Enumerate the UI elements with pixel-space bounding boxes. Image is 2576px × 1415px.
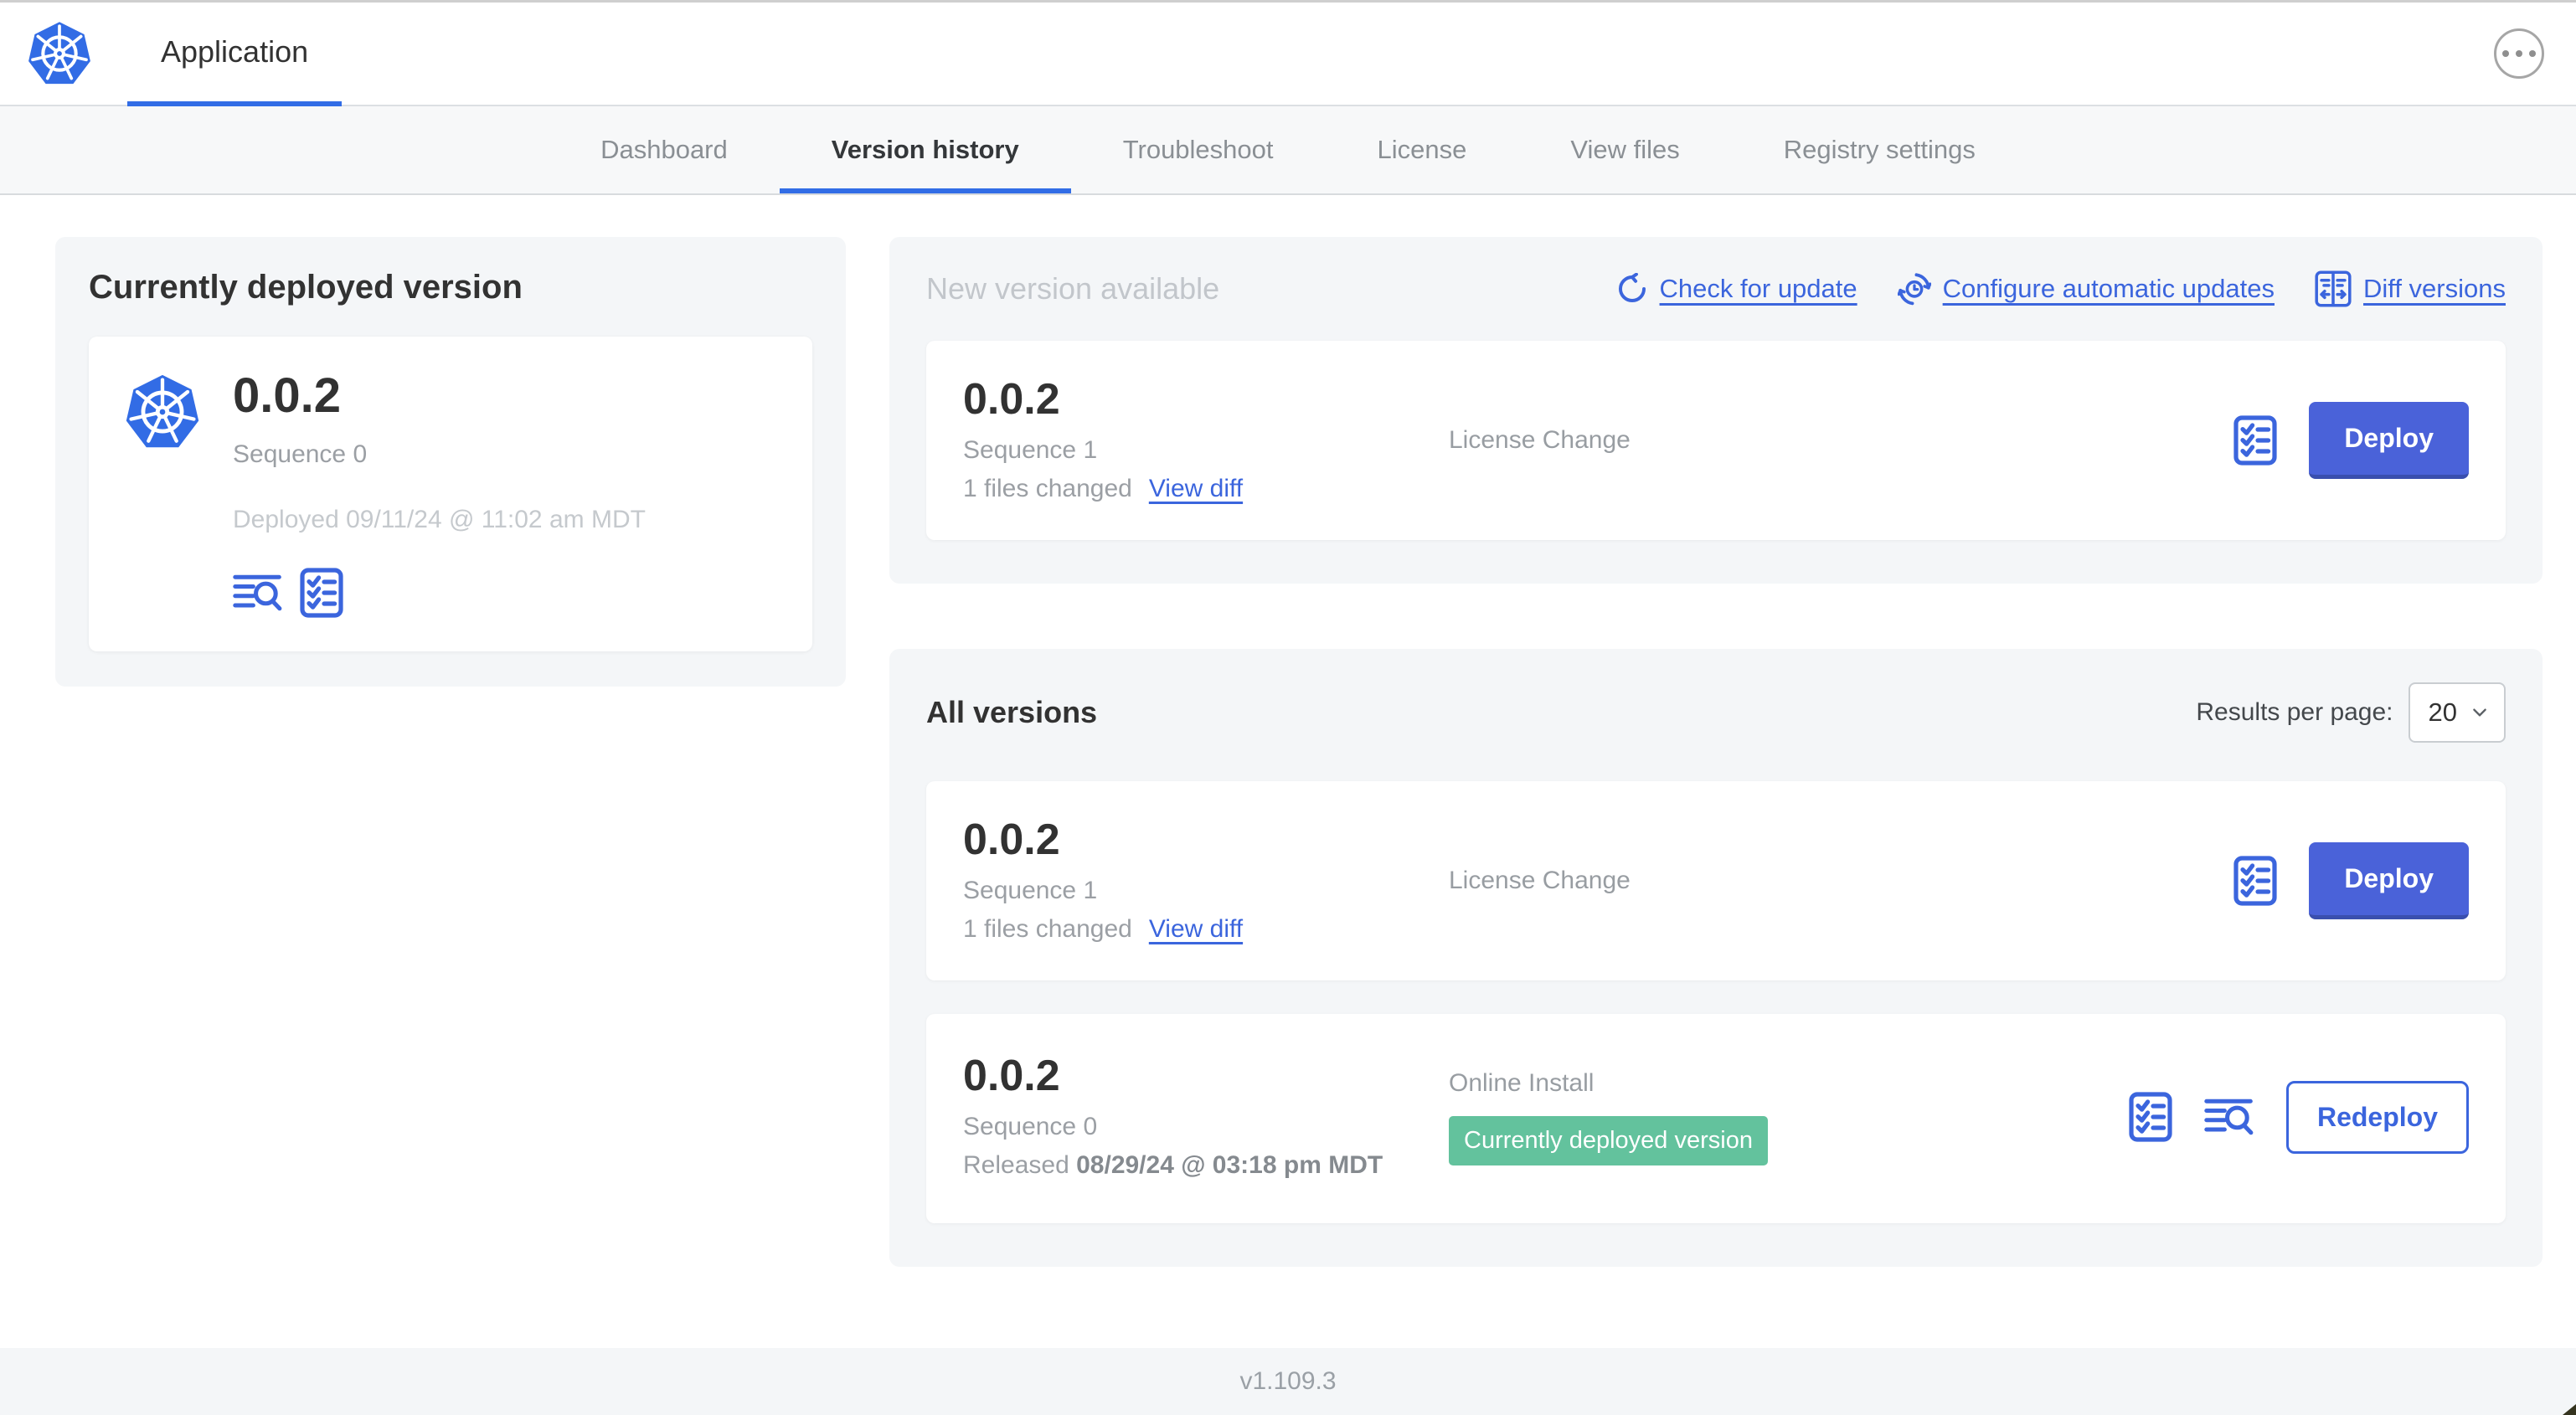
refresh-icon xyxy=(1618,273,1646,303)
version-row: 0.0.2 Sequence 1 1 files changed View di… xyxy=(926,781,2506,980)
files-changed: 1 files changed xyxy=(963,475,1132,502)
files-changed: 1 files changed xyxy=(963,915,1132,943)
app-footer: v1.109.3 xyxy=(0,1348,2576,1415)
tab-troubleshoot[interactable]: Troubleshoot xyxy=(1071,106,1326,193)
preflight-checklist-icon[interactable] xyxy=(2233,856,2277,906)
redeploy-button[interactable]: Redeploy xyxy=(2285,1080,2469,1154)
current-deployed-date: Deployed 09/11/24 @ 11:02 am MDT xyxy=(233,506,646,533)
view-diff-link[interactable]: View diff xyxy=(1149,915,1243,944)
main-content: Currently deployed version 0.0.2 Sequenc… xyxy=(0,195,2576,1348)
view-diff-link[interactable]: View diff xyxy=(1149,475,1243,503)
ellipsis-icon xyxy=(2502,50,2509,57)
preflight-checklist-icon[interactable] xyxy=(300,568,343,618)
console-version: v1.109.3 xyxy=(1239,1367,1337,1395)
deploy-logs-icon[interactable] xyxy=(2204,1096,2254,1138)
version-number: 0.0.2 xyxy=(963,375,1060,424)
version-sequence: Sequence 0 xyxy=(963,1113,1098,1140)
version-source: Online Install xyxy=(1449,1068,1595,1097)
app-header: Application xyxy=(0,3,2576,106)
currently-deployed-panel: Currently deployed version 0.0.2 Sequenc… xyxy=(55,237,846,687)
deploy-button[interactable]: Deploy xyxy=(2309,402,2469,479)
kubernetes-logo-icon xyxy=(25,18,94,89)
ellipsis-menu-button[interactable] xyxy=(2494,28,2544,79)
chevron-down-icon xyxy=(2473,708,2486,717)
all-versions-section: All versions Results per page: 20 0.0.2 … xyxy=(889,649,2543,1267)
page-nav: Dashboard Version history Troubleshoot L… xyxy=(0,106,2576,195)
diff-icon xyxy=(2315,270,2352,307)
currently-deployed-card: 0.0.2 Sequence 0 Deployed 09/11/24 @ 11:… xyxy=(89,337,812,651)
deploy-logs-icon[interactable] xyxy=(233,572,283,614)
currently-deployed-title: Currently deployed version xyxy=(89,269,523,306)
version-sequence: Sequence 1 xyxy=(963,436,1098,464)
version-released-date: Released 08/29/24 @ 03:18 pm MDT xyxy=(963,1151,1383,1179)
version-number: 0.0.2 xyxy=(963,816,1060,864)
preflight-checklist-icon[interactable] xyxy=(2233,415,2277,466)
preflight-checklist-icon[interactable] xyxy=(2129,1092,2172,1142)
tab-version-history[interactable]: Version history xyxy=(780,106,1071,193)
deploy-button[interactable]: Deploy xyxy=(2309,842,2469,919)
check-for-update-link[interactable]: Check for update xyxy=(1616,273,1857,305)
new-version-card: 0.0.2 Sequence 1 1 files changed View di… xyxy=(926,341,2506,540)
diff-versions-link[interactable]: Diff versions xyxy=(2315,270,2506,307)
version-source: License Change xyxy=(1449,426,1631,454)
kubernetes-app-icon xyxy=(122,372,203,618)
configure-automatic-updates-link[interactable]: Configure automatic updates xyxy=(1897,272,2275,306)
app-tab[interactable]: Application xyxy=(127,3,343,106)
version-sequence: Sequence 1 xyxy=(963,877,1098,904)
version-row: 0.0.2 Sequence 0 Released 08/29/24 @ 03:… xyxy=(926,1014,2506,1223)
tab-license[interactable]: License xyxy=(1326,106,1519,193)
version-source: License Change xyxy=(1449,867,1631,894)
tab-registry-settings[interactable]: Registry settings xyxy=(1732,106,2027,193)
current-version-number: 0.0.2 xyxy=(233,368,341,423)
results-per-page-select[interactable]: 20 xyxy=(2408,682,2506,743)
tab-view-files[interactable]: View files xyxy=(1518,106,1731,193)
new-version-title: New version available xyxy=(926,271,1220,306)
schedule-icon xyxy=(1897,273,1931,306)
version-number: 0.0.2 xyxy=(963,1052,1060,1100)
current-sequence: Sequence 0 xyxy=(233,440,368,468)
tab-dashboard[interactable]: Dashboard xyxy=(549,106,780,193)
all-versions-title: All versions xyxy=(926,695,1098,729)
currently-deployed-badge: Currently deployed version xyxy=(1449,1115,1768,1165)
results-per-page-label: Results per page: xyxy=(2196,698,2393,726)
new-version-section: New version available Check for update C… xyxy=(889,237,2543,584)
